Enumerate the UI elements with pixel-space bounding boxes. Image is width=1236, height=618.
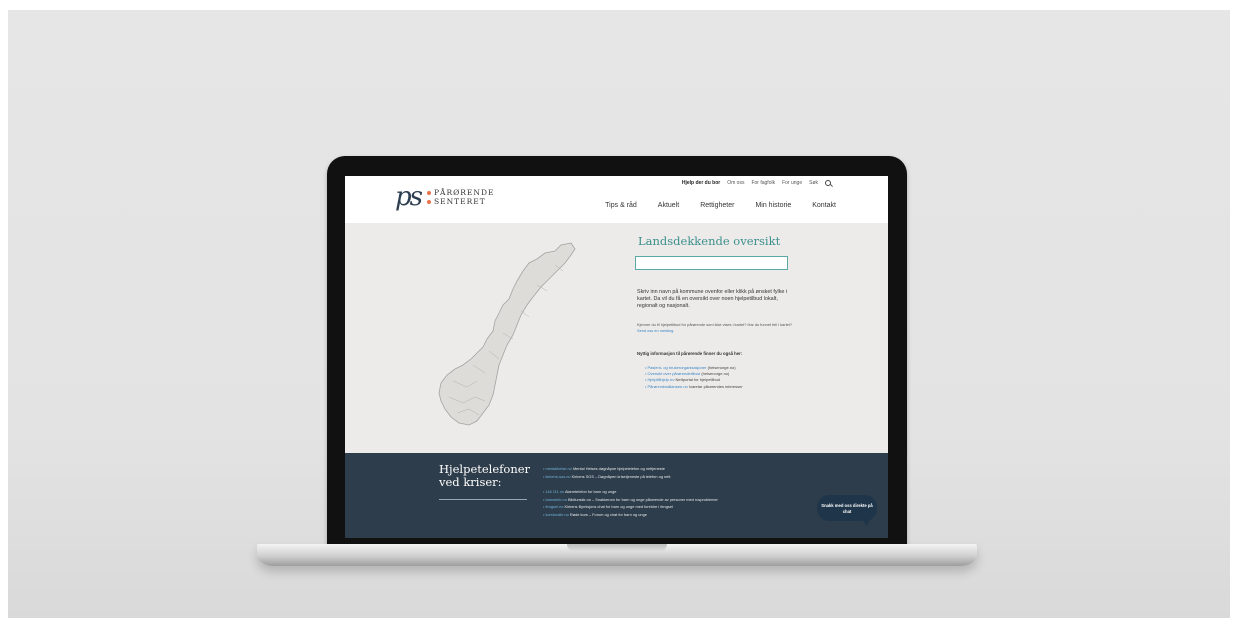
logo-mark: ps	[395, 182, 423, 212]
crisis-desc: Bildlunskk.no – Snakkerom for barn og un…	[567, 496, 718, 502]
main-content: Landsdekkende oversikt Skriv inn navn på…	[345, 223, 888, 453]
list-item: fengsel.no Kirkens Bymisjons chat for ba…	[543, 503, 718, 511]
top-link-unge[interactable]: For unge	[782, 180, 802, 186]
nav-kontakt[interactable]: Kontakt	[812, 202, 836, 209]
logo-line2: SENTERET	[434, 197, 486, 206]
crisis-link[interactable]: 116 111.no	[545, 489, 564, 494]
crisis-desc: Mental Helses døgnåpne hjelpetelefon og …	[572, 466, 665, 471]
useful-link[interactable]: Pårørendealliansen.no	[648, 384, 688, 389]
page-title: Landsdekkende oversikt	[638, 234, 781, 248]
useful-info-heading: Nyttig informasjon til pårørende finner …	[637, 351, 743, 356]
laptop-screen: ps PÅRØRENDE SENTERET Hjelp der du bor O…	[345, 176, 888, 538]
nav-min-historie[interactable]: Min historie	[755, 202, 791, 209]
crisis-desc: Kirkens Bymisjons chat for barn og unge …	[564, 504, 673, 509]
top-link-hjelp[interactable]: Hjelp der du bor	[682, 180, 720, 186]
top-link-om-oss[interactable]: Om oss	[727, 180, 744, 186]
nav-tips[interactable]: Tips & råd	[605, 202, 637, 209]
crisis-link[interactable]: kirkens-sos.no	[545, 474, 570, 479]
logo-text: PÅRØRENDE SENTERET	[427, 188, 494, 206]
list-item: korsforalle.no Røde kors – Forum og chat…	[543, 511, 718, 519]
crisis-desc: Alarmtelefon for barn og unge	[564, 489, 617, 494]
top-link-fagfolk[interactable]: For fagfolk	[751, 180, 775, 186]
footer-heading-line2: ved kriser:	[439, 474, 502, 489]
useful-link[interactable]: Oversikt over pårørendetilbud	[648, 371, 701, 376]
top-links: Hjelp der du bor Om oss For fagfolk For …	[682, 180, 831, 186]
crisis-desc: Røde kors – Forum og chat for barn og un…	[569, 511, 647, 517]
crisis-lines-list: mentalhelse.no Mental Helses døgnåpne hj…	[543, 465, 718, 519]
site-header: ps PÅRØRENDE SENTERET Hjelp der du bor O…	[345, 176, 888, 223]
list-item: 116 111.no Alarmtelefon for barn og unge	[543, 488, 718, 496]
crisis-link[interactable]: fengsel.no	[545, 504, 563, 509]
list-item: kirkens-sos.no Kirkens SOS – Døgnåpen kr…	[543, 473, 718, 481]
footer-heading: Hjelpetelefoner ved kriser:	[439, 463, 530, 488]
logo-dot-icon	[427, 199, 431, 204]
useful-desc: (helsenorge.no)	[701, 371, 730, 377]
useful-desc: Nettportal for hjelpetilbud	[675, 377, 721, 383]
municipality-search-input[interactable]	[635, 256, 788, 270]
intro-text: Skriv inn navn på kommune ovenfor eller …	[637, 289, 788, 310]
chat-button[interactable]: Snakk med oss direkte på chat	[817, 495, 877, 526]
useful-link[interactable]: Hjelpitilhjelp.no	[648, 377, 675, 382]
footer-heading-line1: Hjelpetelefoner	[439, 462, 531, 476]
laptop-base-notch	[567, 544, 667, 551]
missing-info-label: Kjenner du til hjelpetilbud for pårørend…	[637, 322, 793, 327]
crisis-link[interactable]: mentalhelse.no	[545, 466, 571, 471]
useful-desc: Ivaretar pårørendes interesser	[688, 383, 743, 389]
crisis-desc: Kirkens SOS – Døgnåpen krisetjeneste på …	[571, 473, 671, 479]
footer-divider	[439, 499, 527, 500]
nav-aktuelt[interactable]: Aktuelt	[658, 202, 679, 209]
list-item: Pårørendealliansen.no Ivaretar pårørende…	[645, 384, 743, 390]
useful-desc: (helsenorge.no)	[707, 365, 736, 370]
norway-map[interactable]	[433, 241, 583, 426]
main-nav: Tips & råd Aktuelt Rettigheter Min histo…	[584, 202, 836, 209]
useful-link[interactable]: Pasient- og brukerorganisasjoner	[648, 365, 707, 370]
site-logo[interactable]: ps PÅRØRENDE SENTERET	[395, 184, 494, 210]
list-item: barnsinfo.no Bildlunskk.no – Snakkerom f…	[543, 496, 718, 504]
crisis-link[interactable]: barnsinfo.no	[545, 497, 566, 502]
crisis-link[interactable]: korsforalle.no	[545, 512, 568, 517]
logo-line1: PÅRØRENDE	[434, 188, 495, 197]
send-message-link[interactable]: Send oss en melding.	[637, 328, 674, 333]
nav-rettigheter[interactable]: Rettigheter	[700, 202, 734, 209]
top-link-sok[interactable]: Søk	[809, 180, 818, 186]
list-item: mentalhelse.no Mental Helses døgnåpne hj…	[543, 465, 718, 473]
missing-info-text: Kjenner du til hjelpetilbud for pårørend…	[637, 322, 793, 333]
useful-info-list: Pasient- og brukerorganisasjoner (helsen…	[645, 365, 743, 390]
search-icon[interactable]	[825, 180, 831, 186]
logo-dot-icon	[427, 190, 431, 195]
crisis-footer: Hjelpetelefoner ved kriser: mentalhelse.…	[345, 453, 888, 538]
